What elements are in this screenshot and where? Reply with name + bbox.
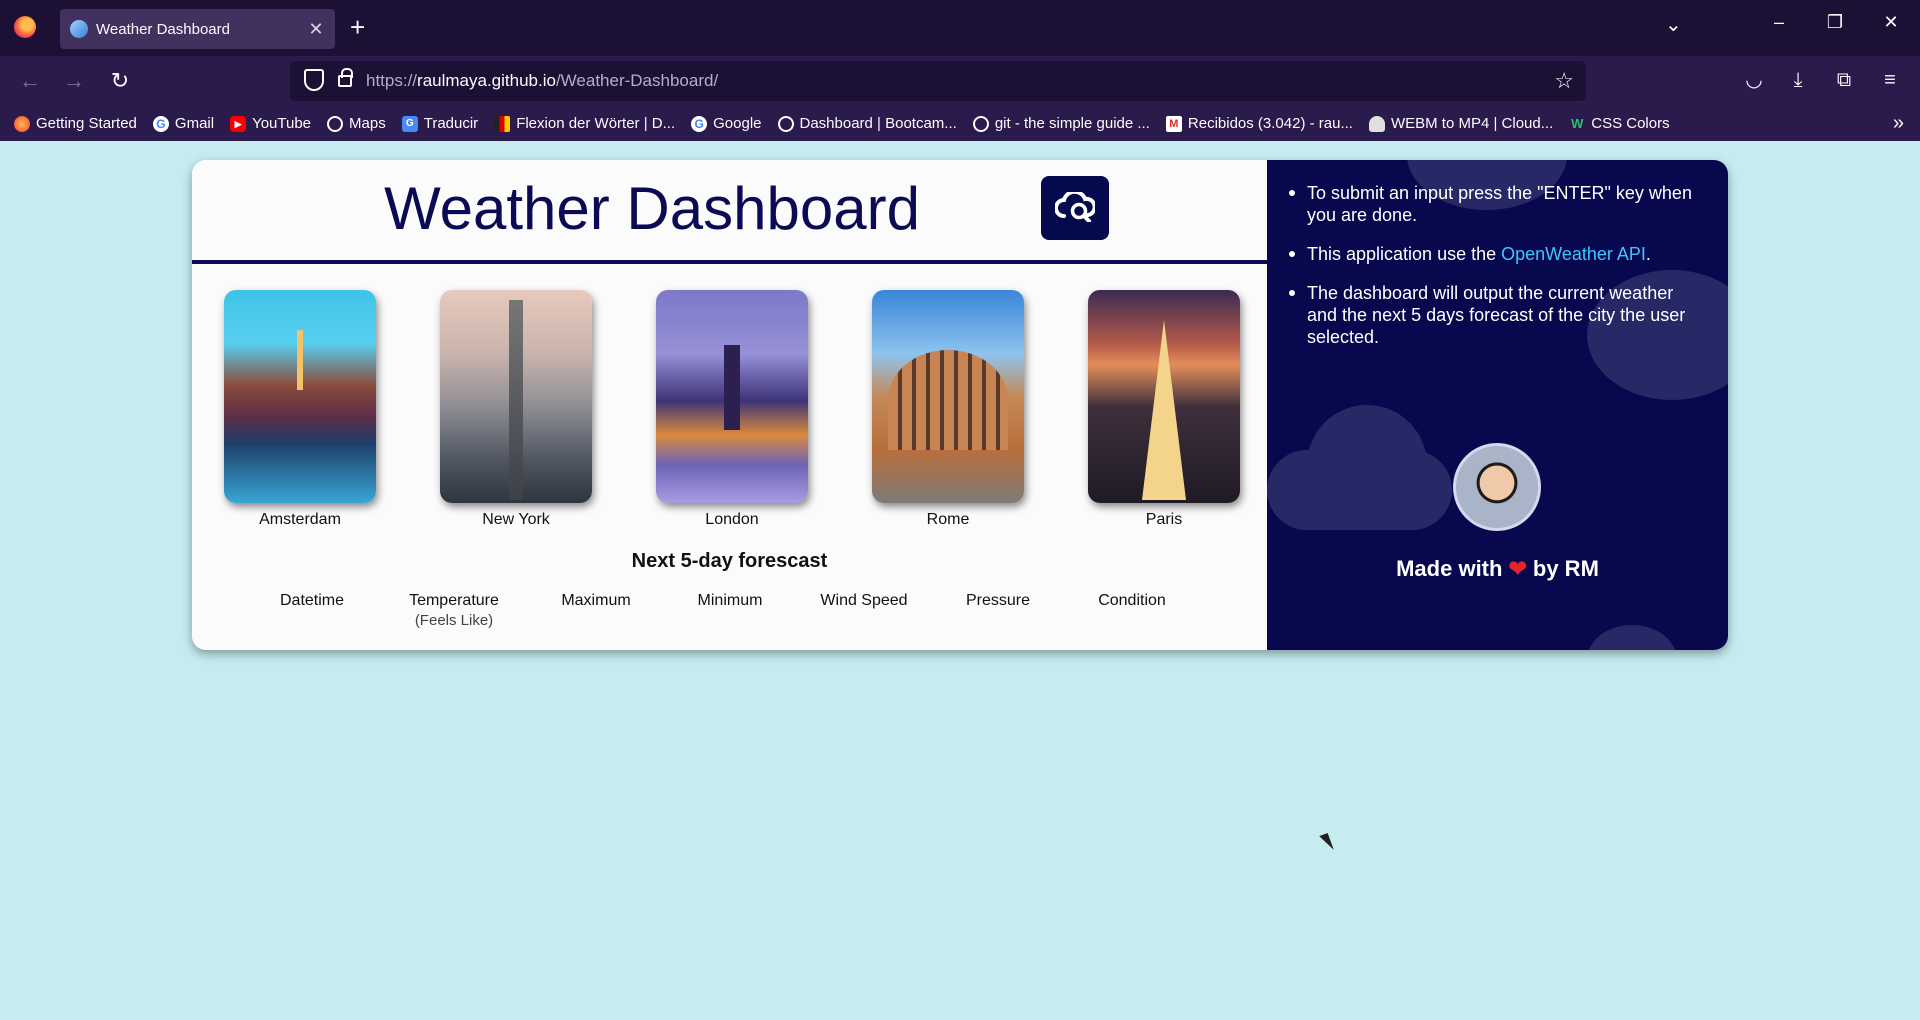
- globe-icon: [777, 115, 794, 132]
- bookmark-star-icon[interactable]: ☆: [1554, 68, 1574, 94]
- made-with-credit: Made with ❤ by RM: [1396, 556, 1599, 581]
- downloads-icon[interactable]: ⤓: [1784, 67, 1812, 93]
- extensions-icon[interactable]: ⧉: [1830, 67, 1858, 93]
- firefox-logo-icon[interactable]: [14, 16, 36, 38]
- instructions-list: To submit an input press the "ENTER" key…: [1285, 182, 1705, 365]
- rome-image[interactable]: [872, 290, 1024, 503]
- bookmark-item[interactable]: git - the simple guide ...: [972, 115, 1150, 132]
- forecast-column-header: Wind Speed: [820, 592, 908, 609]
- reload-icon[interactable]: ↻: [106, 68, 134, 94]
- bookmark-item[interactable]: ▶ YouTube: [230, 115, 311, 132]
- main-panel: Weather Dashboard Amsterdam New York Lon…: [192, 160, 1267, 650]
- city-name: New York: [482, 511, 550, 528]
- gmail-icon: M: [1165, 115, 1182, 132]
- new-york-image[interactable]: [440, 290, 592, 503]
- instruction-item: This application use the OpenWeather API…: [1285, 243, 1705, 265]
- google-icon: G: [152, 115, 169, 132]
- city-card-paris[interactable]: Paris: [1088, 290, 1240, 529]
- pocket-icon[interactable]: ◡: [1740, 67, 1768, 93]
- city-name: London: [705, 511, 759, 528]
- london-image[interactable]: [656, 290, 808, 503]
- city-card-amsterdam[interactable]: Amsterdam: [224, 290, 376, 529]
- bookmark-item[interactable]: G Google: [691, 115, 762, 132]
- globe-icon: [972, 115, 989, 132]
- url-bar[interactable]: https://raulmaya.github.io/Weather-Dashb…: [290, 61, 1586, 101]
- tracking-shield-icon[interactable]: [304, 69, 324, 91]
- bookmark-item[interactable]: WEBM to MP4 | Cloud...: [1368, 115, 1553, 132]
- back-icon[interactable]: ←: [16, 68, 44, 94]
- browser-tab[interactable]: Weather Dashboard ✕: [60, 9, 335, 49]
- dashboard-header: Weather Dashboard: [192, 160, 1267, 264]
- bookmark-item[interactable]: M Recibidos (3.042) - rau...: [1165, 115, 1353, 132]
- bookmarks-overflow-icon[interactable]: »: [1893, 112, 1904, 135]
- forecast-column-header: Maximum: [561, 592, 631, 609]
- browser-tab-bar: Weather Dashboard ✕ + ⌄ – ❐ ✕: [0, 0, 1920, 56]
- minimize-icon[interactable]: –: [1764, 12, 1794, 33]
- cloud-search-icon: [1055, 192, 1095, 222]
- bookmark-item[interactable]: Flexion der Wörter | D...: [494, 115, 675, 132]
- city-name: Rome: [926, 511, 970, 528]
- author-avatar: [1453, 443, 1541, 531]
- page-title: Weather Dashboard: [384, 175, 920, 242]
- forecast-column-header: Temperature (Feels Like): [409, 592, 499, 629]
- paris-image[interactable]: [1088, 290, 1240, 503]
- cloud-icon: [1368, 115, 1385, 132]
- bg-cloud-shape: [1587, 625, 1677, 650]
- mouse-cursor-icon: [1319, 833, 1334, 853]
- bookmark-item[interactable]: G Traducir: [401, 115, 478, 132]
- amsterdam-image[interactable]: [224, 290, 376, 503]
- forecast-column-header: Condition: [1098, 592, 1166, 609]
- browser-nav-bar: ← → ↻ https://raulmaya.github.io/Weather…: [0, 56, 1920, 106]
- firefox-icon: [14, 115, 30, 132]
- city-list: Amsterdam New York London Rome Paris: [224, 290, 1240, 540]
- instruction-item: To submit an input press the "ENTER" key…: [1285, 182, 1705, 226]
- menu-icon[interactable]: ≡: [1876, 67, 1904, 93]
- weather-favicon-icon: [70, 20, 88, 38]
- translate-icon: G: [401, 115, 418, 132]
- bg-cloud-shape: [1267, 450, 1452, 530]
- bookmark-item[interactable]: G Gmail: [152, 115, 214, 132]
- list-all-tabs-icon[interactable]: ⌄: [1665, 12, 1682, 37]
- bookmarks-bar: Getting Started G Gmail ▶ YouTube Maps G Tr…: [0, 106, 1920, 141]
- forward-icon[interactable]: →: [60, 68, 88, 94]
- search-button[interactable]: [1041, 176, 1109, 240]
- flag-icon: [494, 115, 511, 132]
- heart-icon: ❤: [1508, 556, 1527, 581]
- openweather-api-link[interactable]: OpenWeather API: [1501, 244, 1646, 264]
- forecast-column-header: Minimum: [697, 592, 763, 609]
- city-card-new-york[interactable]: New York: [440, 290, 592, 529]
- bookmark-item[interactable]: Maps: [327, 115, 386, 132]
- url-text[interactable]: https://raulmaya.github.io/Weather-Dashb…: [366, 71, 718, 91]
- close-window-icon[interactable]: ✕: [1876, 12, 1906, 33]
- city-card-london[interactable]: London: [656, 290, 808, 529]
- city-name: Paris: [1145, 511, 1183, 528]
- youtube-icon: ▶: [230, 115, 247, 132]
- bookmark-item[interactable]: W CSS Colors: [1569, 115, 1670, 132]
- city-name: Amsterdam: [259, 511, 341, 528]
- city-card-rome[interactable]: Rome: [872, 290, 1024, 529]
- bookmark-item[interactable]: Dashboard | Bootcam...: [777, 115, 957, 132]
- lock-icon[interactable]: [338, 68, 353, 87]
- new-tab-icon[interactable]: +: [350, 12, 365, 42]
- forecast-title: Next 5-day forescast: [631, 550, 828, 572]
- globe-icon: [327, 115, 344, 132]
- close-tab-icon[interactable]: ✕: [307, 19, 325, 40]
- info-sidebar: To submit an input press the "ENTER" key…: [1267, 160, 1728, 650]
- instruction-item: The dashboard will output the current we…: [1285, 282, 1705, 348]
- bookmark-item[interactable]: Getting Started: [14, 115, 137, 132]
- forecast-column-header: Datetime: [279, 592, 345, 609]
- google-icon: G: [691, 115, 708, 132]
- tab-title: Weather Dashboard: [96, 20, 230, 38]
- w-icon: W: [1571, 115, 1584, 131]
- forecast-column-header: Pressure: [965, 592, 1031, 609]
- dashboard-card: Weather Dashboard Amsterdam New York Lon…: [192, 160, 1728, 650]
- restore-icon[interactable]: ❐: [1820, 12, 1850, 33]
